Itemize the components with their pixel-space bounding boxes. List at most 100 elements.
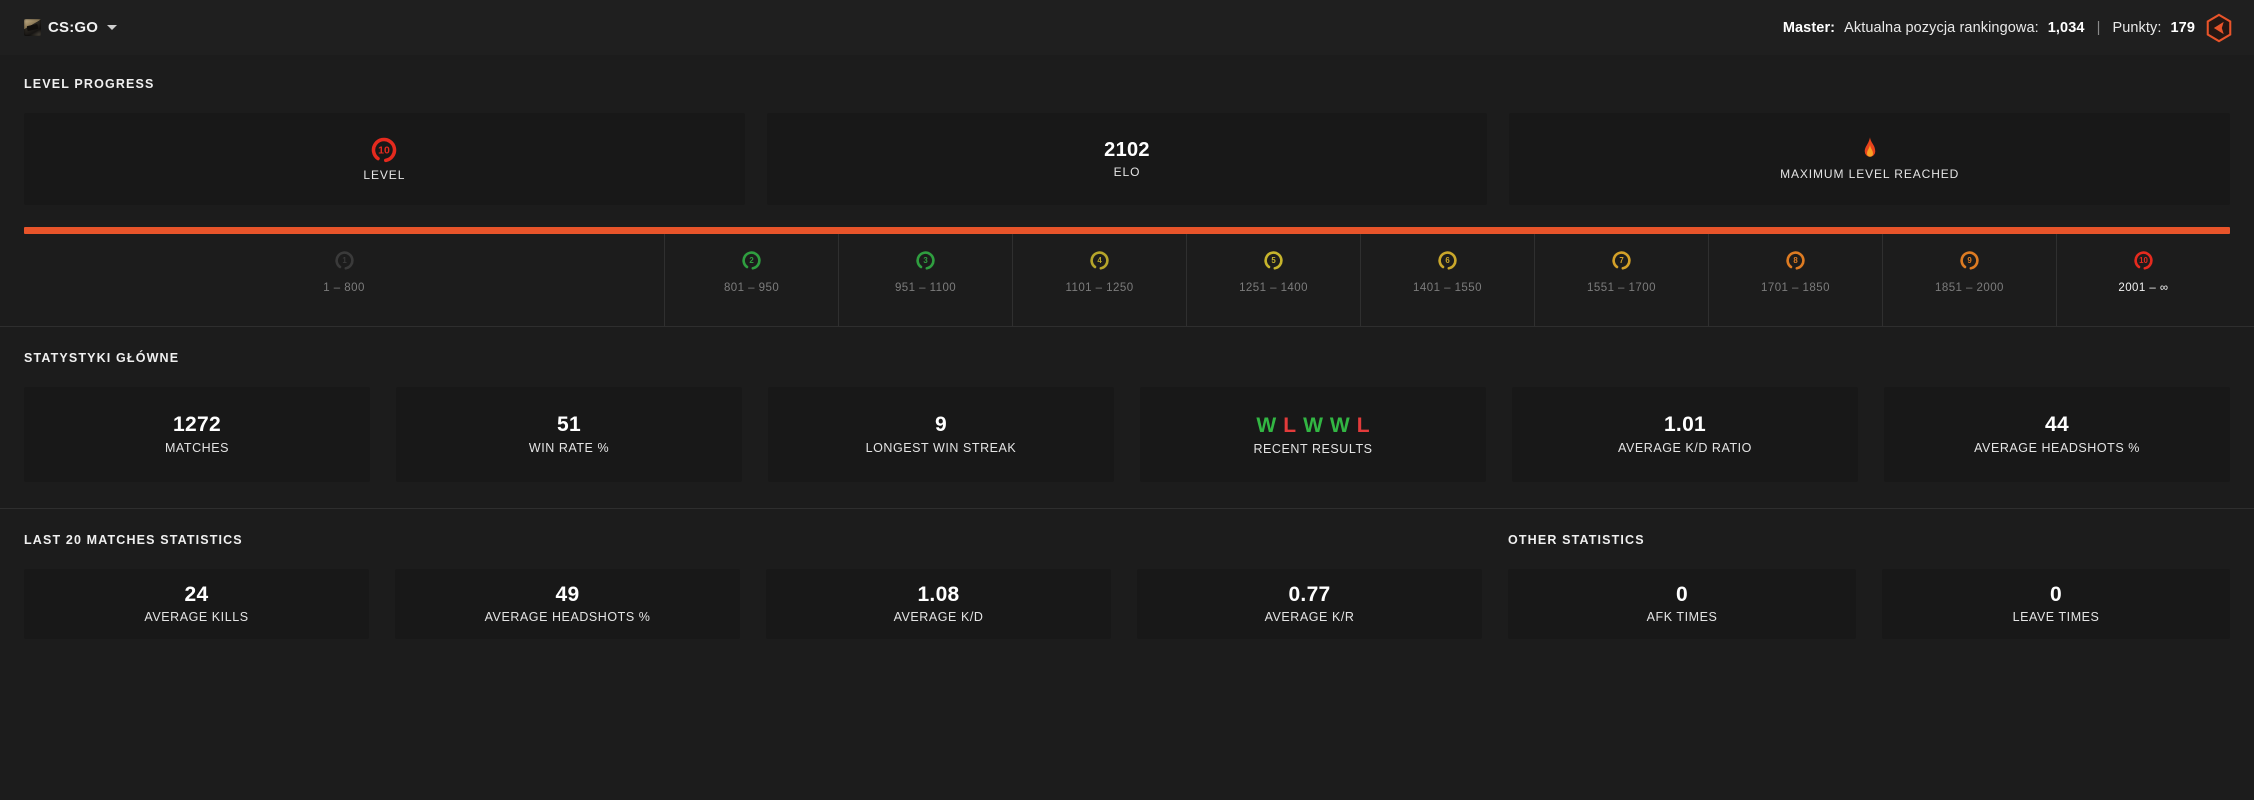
svg-text:1: 1 [342, 256, 347, 265]
rank-title: Master: [1782, 19, 1836, 36]
stat-value: 1.08 [917, 582, 960, 606]
recent-results-list: WLWWL [1256, 414, 1369, 438]
level-8-badge-icon: 8 [1785, 250, 1806, 271]
stat-value: 44 [2045, 413, 2069, 437]
chevron-down-icon[interactable] [107, 25, 118, 30]
svg-text:7: 7 [1619, 256, 1624, 265]
game-selector[interactable]: CS:GO [24, 19, 118, 36]
stat-label: LEAVE TIMES [2012, 610, 2100, 625]
stat-card: 2102 ELO [766, 113, 1488, 205]
stat-value: 1.01 [1663, 413, 1707, 437]
stat-card: 10 LEVEL [24, 113, 745, 205]
level-9-badge-icon: 9 [1959, 250, 1980, 271]
svg-text:10: 10 [378, 145, 390, 157]
stat-label: AVERAGE HEADSHOTS % [484, 610, 651, 625]
stat-label: AVERAGE K/D RATIO [1618, 440, 1752, 455]
stat-card: 0 AFK TIMES [1508, 569, 1856, 639]
game-label: CS:GO [48, 19, 99, 36]
stat-value: 51 [557, 413, 581, 437]
stat-label: ELO [1113, 164, 1141, 179]
svg-text:6: 6 [1445, 256, 1450, 265]
svg-text:5: 5 [1271, 256, 1276, 265]
stat-label: MATCHES [164, 440, 230, 455]
svg-text:3: 3 [923, 256, 928, 265]
other-stats-title: OTHER STATISTICS [1508, 533, 1645, 547]
level-tick-8: 8 1701 – 1850 [1707, 234, 1882, 326]
level-tick-5: 5 1251 – 1400 [1186, 234, 1360, 326]
stat-card: 44 AVERAGE HEADSHOTS % [1884, 387, 2230, 482]
recent-result-1: L [1283, 413, 1297, 437]
flame-icon [1861, 137, 1879, 163]
level-10-badge-icon: 10 [370, 136, 398, 164]
stat-label: AVERAGE K/D [893, 610, 984, 625]
level-tick-4: 4 1101 – 1250 [1012, 234, 1186, 326]
main-stats-section: STATYSTYKI GŁÓWNE 1272 MATCHES 51 WIN RATE … [0, 327, 2254, 482]
stat-card: 0 LEAVE TIMES [1882, 569, 2230, 639]
level-range-label: 1251 – 1400 [1239, 282, 1308, 294]
level-progress-section: LEVEL PROGRESS 10 LEVEL 2102 ELO MAXIMUM L… [0, 55, 2254, 326]
svg-text:10: 10 [2139, 256, 2148, 265]
recent-result-3: W [1329, 413, 1350, 437]
level-tick-1: 1 1 – 800 [24, 234, 664, 326]
svg-text:2: 2 [749, 256, 754, 265]
level-range-label: 1 – 800 [323, 282, 365, 294]
stat-value: 0 [2050, 582, 2062, 606]
main-stats-title: STATYSTYKI GŁÓWNE [24, 351, 180, 365]
other-stats-grid: 0 AFK TIMES 0 LEAVE TIMES [1508, 569, 2230, 639]
recent-result-2: W [1303, 413, 1323, 437]
stat-card: 1.01 AVERAGE K/D RATIO [1512, 387, 1858, 482]
stat-value: 1272 [173, 413, 221, 437]
last20-section: LAST 20 MATCHES STATISTICS 24 AVERAGE KIL… [24, 533, 1482, 639]
svg-text:4: 4 [1097, 256, 1102, 265]
svg-text:8: 8 [1793, 256, 1798, 265]
points-value: 179 [2170, 19, 2195, 36]
level-range-label: 1701 – 1850 [1761, 282, 1830, 294]
csgo-thumbnail-icon [24, 19, 41, 36]
level-tick-row: 1 1 – 800 2 801 – 950 3 951 – 1100 4 110… [24, 234, 2230, 326]
stat-card: 1.08 AVERAGE K/D [766, 569, 1111, 639]
other-stats-section: OTHER STATISTICS 0 AFK TIMES 0 LEAVE TIMES [1508, 533, 2230, 639]
level-range-label: 1551 – 1700 [1587, 282, 1656, 294]
main-stats-grid: 1272 MATCHES 51 WIN RATE % 9 LONGEST WIN STRE… [24, 387, 2230, 482]
stat-label: LEVEL [363, 168, 406, 182]
level-range-label: 1101 – 1250 [1065, 282, 1134, 294]
level-range-label: 951 – 1100 [894, 282, 957, 294]
level-4-badge-icon: 4 [1089, 250, 1110, 271]
last20-title: LAST 20 MATCHES STATISTICS [24, 533, 243, 547]
stat-value: 0 [1676, 582, 1688, 606]
stat-card: 9 LONGEST WIN STREAK [768, 387, 1114, 482]
stat-label: AVERAGE K/R [1264, 610, 1355, 625]
level-progress-bar-fill [24, 227, 2230, 234]
level-range-label: 801 – 950 [723, 282, 780, 294]
stat-card: 1272 MATCHES [24, 387, 370, 482]
stat-value: 0.77 [1288, 582, 1331, 606]
recent-result-0: W [1256, 413, 1277, 437]
stat-label: LONGEST WIN STREAK [865, 440, 1017, 455]
rank-position-text: Aktualna pozycja rankingowa: [1844, 19, 2039, 36]
rank-info: Master: Aktualna pozycja rankingowa: 1,0… [1783, 13, 2234, 43]
stat-card: W L W W L RECENT RESULTS [1140, 387, 1486, 482]
level-tick-3: 3 951 – 1100 [838, 234, 1012, 326]
rank-position-value: 1,034 [2047, 19, 2085, 36]
level-1-badge-icon: 1 [334, 250, 355, 271]
stat-label: RECENT RESULTS [1253, 441, 1373, 456]
level-10-badge-icon: 10 [2133, 250, 2154, 271]
stat-card: MAXIMUM LEVEL REACHED [1509, 113, 2231, 205]
recent-result-4: L [1356, 413, 1370, 437]
stat-label: WIN RATE % [528, 440, 610, 455]
level-range-label: 2001 – ∞ [2118, 282, 2169, 294]
level-range-label: 1851 – 2000 [1935, 282, 2004, 294]
stat-value: 2102 [1104, 138, 1150, 161]
svg-text:9: 9 [1967, 256, 1972, 265]
stat-label: AFK TIMES [1646, 610, 1718, 625]
stat-value: 49 [555, 582, 580, 606]
stat-card: 24 AVERAGE KILLS [24, 569, 369, 639]
level-7-badge-icon: 7 [1611, 250, 1632, 271]
level-3-badge-icon: 3 [915, 250, 936, 271]
rank-separator: | [2096, 19, 2101, 36]
level-tick-9: 9 1851 – 2000 [1881, 234, 2056, 326]
faceit-rank-hex-icon[interactable] [2204, 13, 2234, 43]
level-range-label: 1401 – 1550 [1413, 282, 1482, 294]
level-tick-6: 6 1401 – 1550 [1360, 234, 1534, 326]
bottom-sections: LAST 20 MATCHES STATISTICS 24 AVERAGE KIL… [0, 509, 2254, 639]
